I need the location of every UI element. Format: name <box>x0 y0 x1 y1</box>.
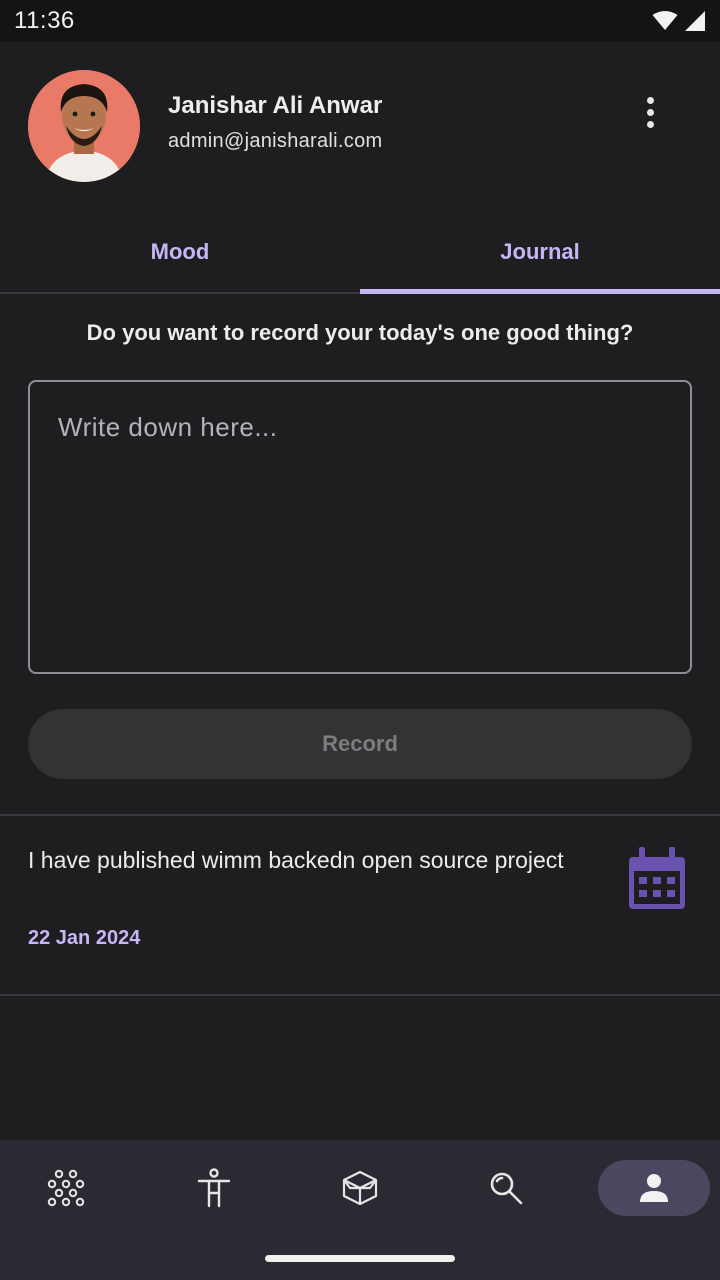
status-icons <box>652 11 706 31</box>
nav-item-search[interactable] <box>450 1160 562 1216</box>
signal-icon <box>685 11 705 31</box>
box-icon <box>342 1170 378 1206</box>
journal-entry-text: I have published wimm backedn open sourc… <box>28 847 564 873</box>
user-name: Janishar Ali Anwar <box>168 92 383 119</box>
status-bar: 11:36 <box>0 0 720 42</box>
home-indicator[interactable] <box>265 1255 455 1262</box>
search-icon <box>490 1172 523 1205</box>
user-email: admin@janisharali.com <box>168 130 383 152</box>
journal-entry-input[interactable] <box>28 380 692 674</box>
wifi-icon <box>652 11 678 30</box>
dots-grid-icon <box>47 1169 85 1207</box>
nav-item-profile[interactable] <box>598 1160 710 1216</box>
status-time: 11:36 <box>14 7 75 34</box>
avatar-image <box>28 70 140 182</box>
nav-item-library[interactable] <box>304 1160 416 1216</box>
person-standing-icon <box>197 1168 231 1208</box>
tab-journal[interactable]: Journal <box>360 212 720 294</box>
divider <box>0 814 720 816</box>
calendar-icon <box>629 847 685 909</box>
tab-mood[interactable]: Mood <box>0 212 360 292</box>
divider <box>0 994 720 996</box>
person-icon <box>640 1174 668 1202</box>
journal-list-item[interactable]: I have published wimm backedn open sourc… <box>0 817 720 995</box>
journal-entry-date: 22 Jan 2024 <box>28 927 141 949</box>
record-button[interactable]: Record <box>28 709 692 779</box>
tab-bar: Mood Journal <box>0 212 720 294</box>
profile-header: Janishar Ali Anwar admin@janisharali.com <box>0 42 720 212</box>
more-options-icon[interactable] <box>630 92 670 132</box>
nav-item-explore[interactable] <box>10 1160 122 1216</box>
nav-item-mindfulness[interactable] <box>158 1160 270 1216</box>
journal-prompt: Do you want to record your today's one g… <box>86 320 634 345</box>
avatar[interactable] <box>28 70 140 182</box>
